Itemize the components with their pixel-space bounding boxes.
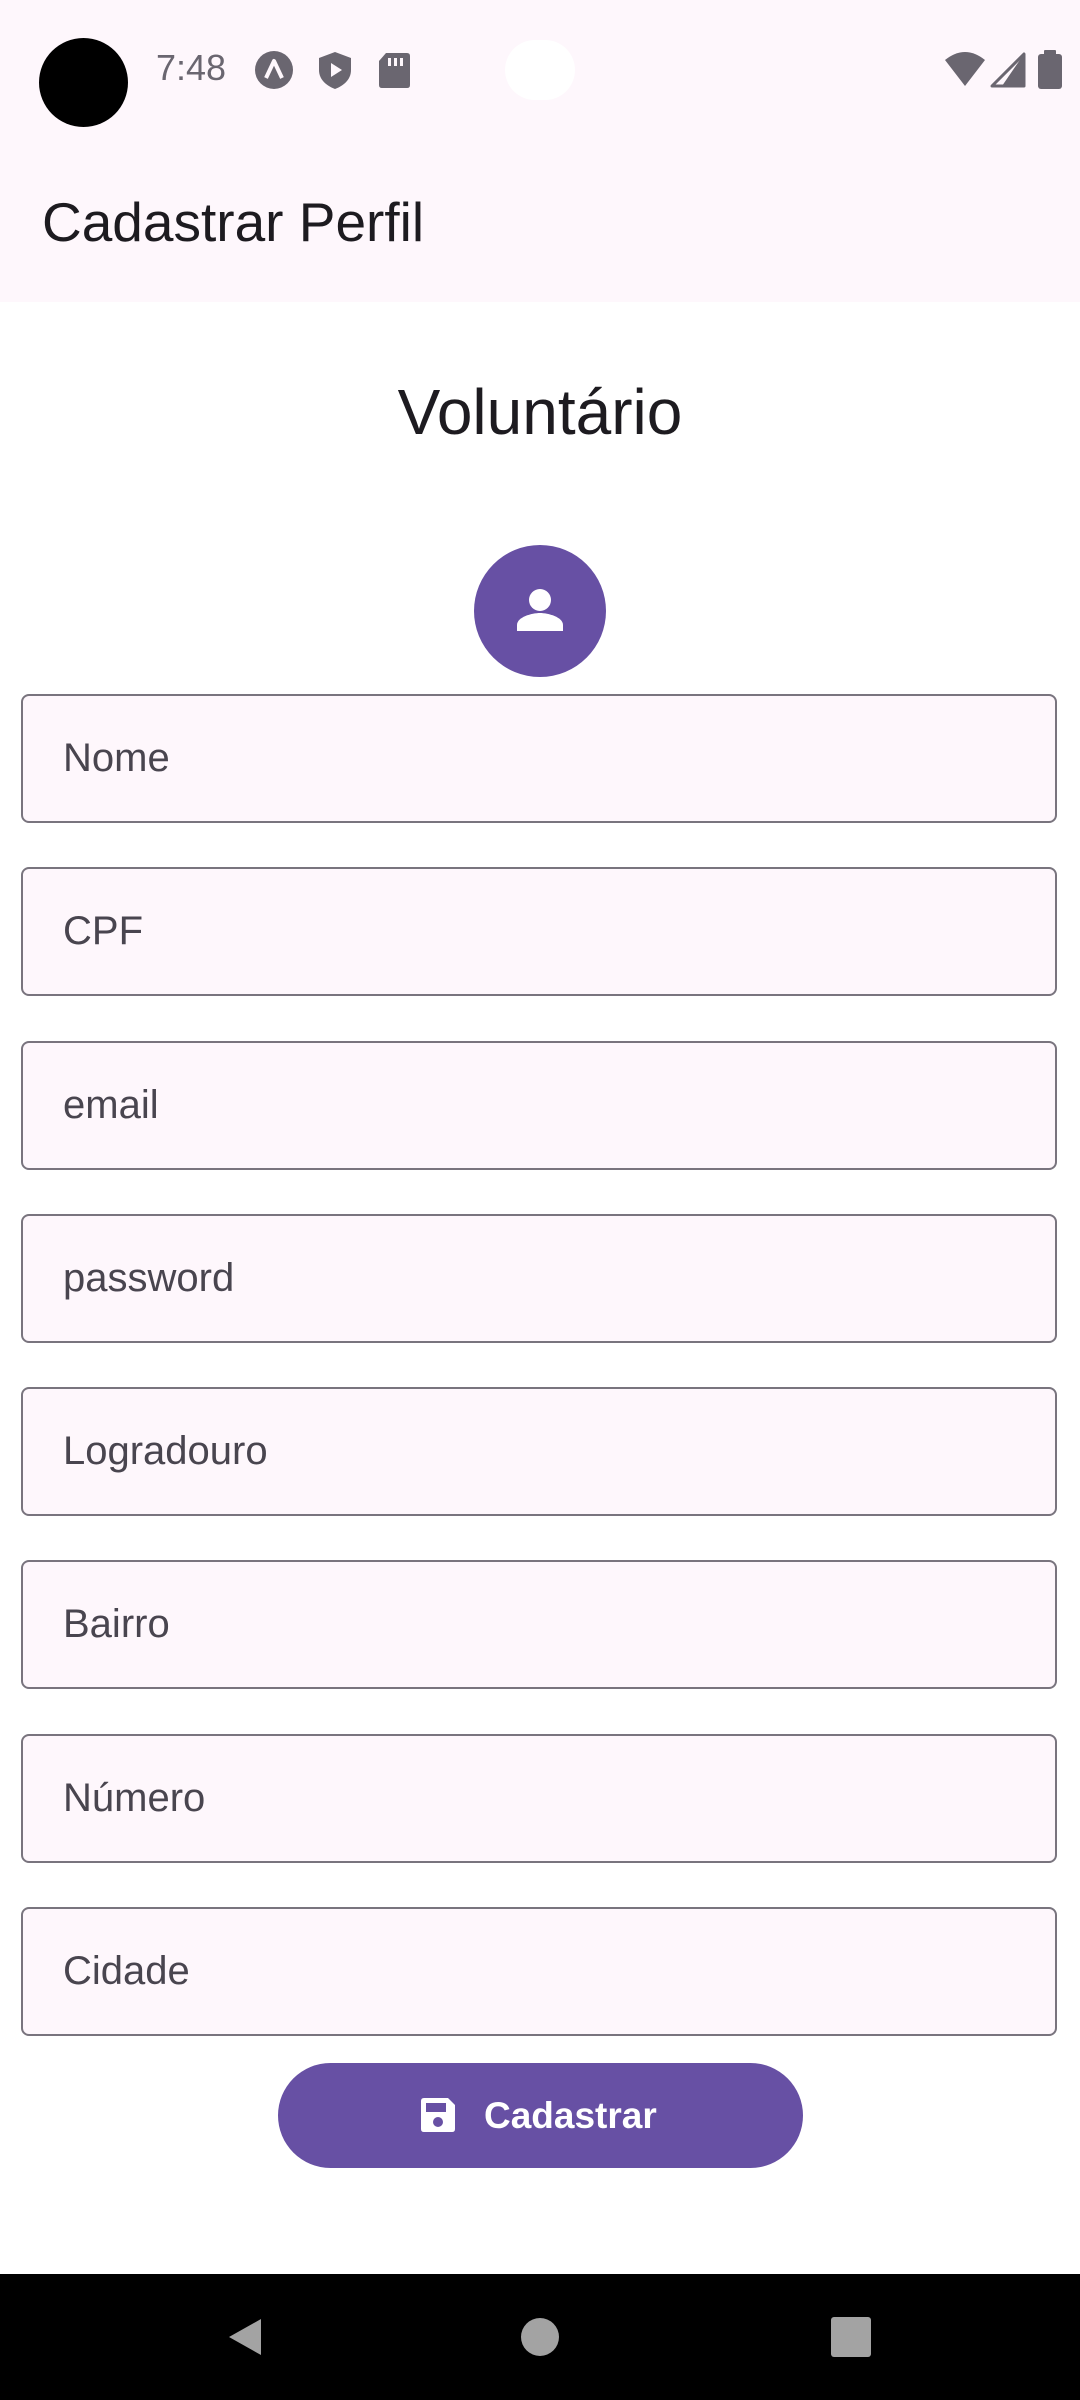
city-field[interactable]	[21, 1907, 1057, 2036]
page-title: Cadastrar Perfil	[42, 191, 425, 253]
save-icon	[421, 2098, 455, 2132]
wifi-icon	[944, 50, 986, 90]
navigation-bar	[0, 2274, 1080, 2400]
back-button[interactable]	[185, 2274, 305, 2400]
home-button[interactable]	[480, 2274, 600, 2400]
email-field[interactable]	[21, 1041, 1057, 1170]
email-input[interactable]	[23, 1043, 1055, 1168]
home-icon	[521, 2318, 559, 2356]
number-input[interactable]	[23, 1736, 1055, 1861]
status-time: 7:48	[156, 47, 227, 88]
password-input[interactable]	[23, 1216, 1055, 1341]
avatar[interactable]	[474, 545, 606, 677]
battery-icon	[1036, 50, 1064, 90]
sd-card-icon	[374, 50, 414, 90]
password-field[interactable]	[21, 1214, 1057, 1343]
cpf-input[interactable]	[23, 869, 1055, 994]
status-bar: 7:48	[0, 0, 1080, 140]
signal-icon	[988, 50, 1028, 90]
launcher-icon	[254, 50, 294, 90]
back-icon	[229, 2319, 261, 2355]
person-icon	[517, 589, 563, 631]
neighborhood-field[interactable]	[21, 1560, 1057, 1689]
name-input[interactable]	[23, 696, 1055, 821]
register-button[interactable]: Cadastrar	[278, 2063, 803, 2168]
street-field[interactable]	[21, 1387, 1057, 1516]
city-input[interactable]	[23, 1909, 1055, 2034]
name-field[interactable]	[21, 694, 1057, 823]
section-title: Voluntário	[397, 376, 683, 448]
register-button-label: Cadastrar	[484, 2095, 657, 2136]
neighborhood-input[interactable]	[23, 1562, 1055, 1687]
street-input[interactable]	[23, 1389, 1055, 1514]
top-app-bar: Cadastrar Perfil	[0, 140, 1080, 302]
front-sensor	[505, 40, 575, 100]
shield-play-icon	[315, 50, 355, 90]
recents-icon	[831, 2317, 871, 2357]
recents-button[interactable]	[791, 2274, 911, 2400]
number-field[interactable]	[21, 1734, 1057, 1863]
cpf-field[interactable]	[21, 867, 1057, 996]
camera-cutout	[39, 38, 128, 127]
